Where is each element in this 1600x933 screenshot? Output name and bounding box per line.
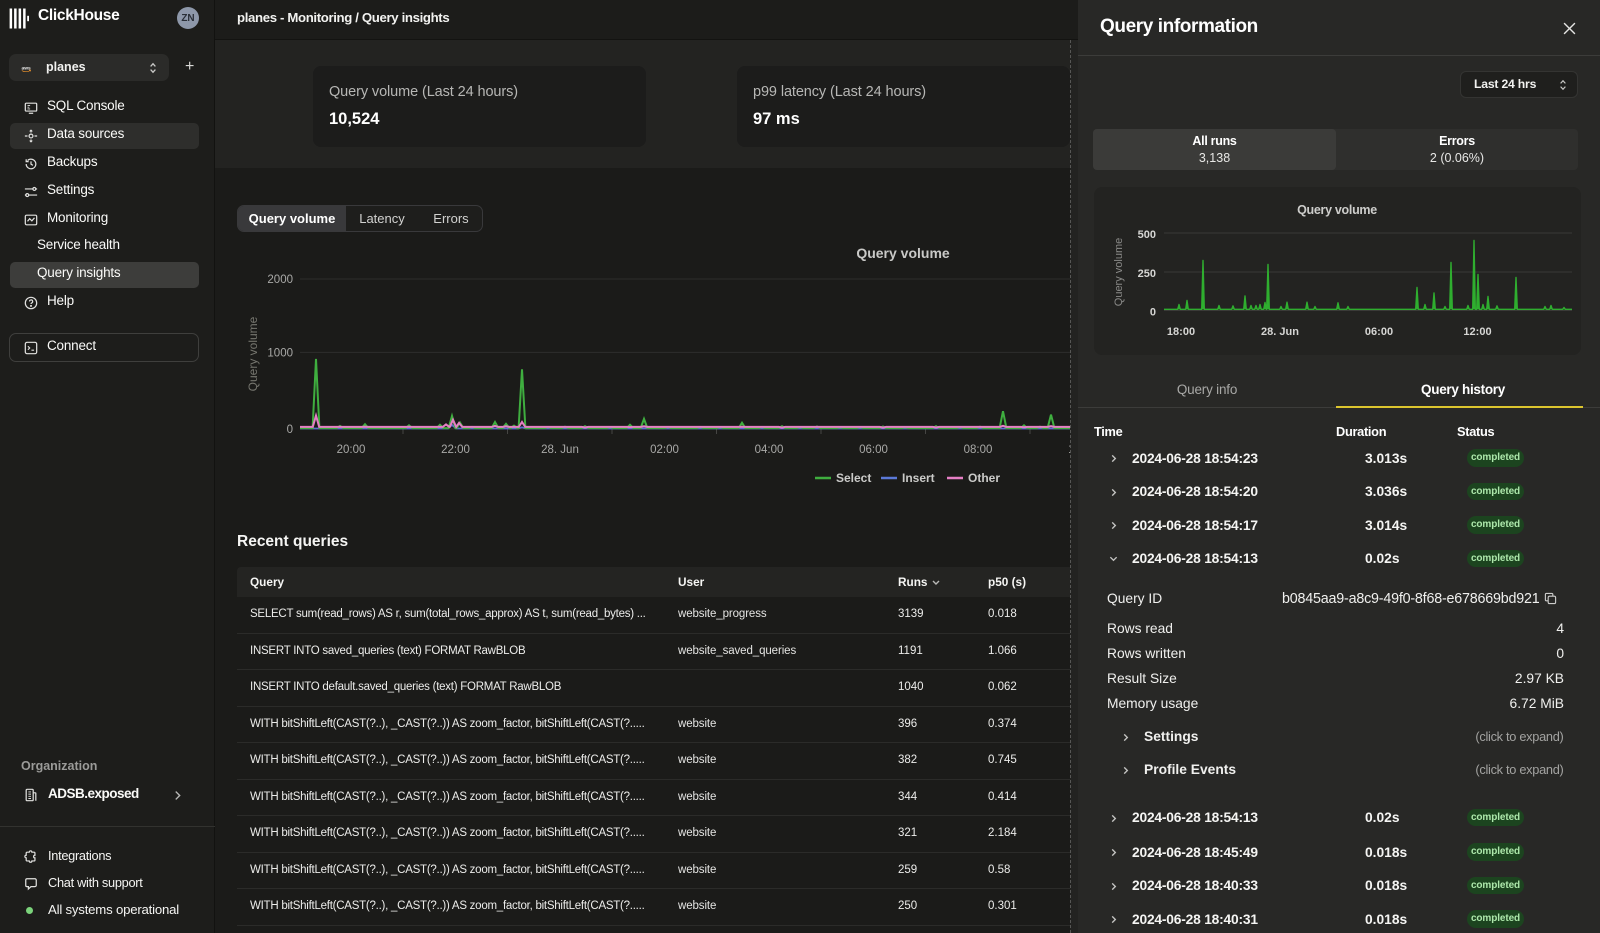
svg-text:12:00: 12:00 [1463, 326, 1491, 338]
svg-text:0: 0 [1150, 307, 1156, 319]
svg-text:0: 0 [287, 424, 293, 436]
svg-text:04:00: 04:00 [755, 444, 784, 456]
svg-text:Other: Other [968, 471, 1000, 485]
svg-text:Insert: Insert [902, 471, 935, 485]
svg-text:08:00: 08:00 [964, 444, 993, 456]
svg-text:1000: 1000 [267, 347, 293, 359]
svg-text:2000: 2000 [267, 274, 293, 286]
svg-text:28. Jun: 28. Jun [541, 444, 579, 456]
svg-text:28. Jun: 28. Jun [1261, 326, 1299, 338]
svg-text:Select: Select [836, 471, 871, 485]
svg-text:06:00: 06:00 [1365, 326, 1393, 338]
svg-text:Query volume: Query volume [1113, 238, 1125, 306]
svg-text:Query volume: Query volume [1297, 203, 1377, 217]
svg-text:02:00: 02:00 [650, 444, 679, 456]
svg-text:22:00: 22:00 [441, 444, 470, 456]
svg-text:20:00: 20:00 [337, 444, 366, 456]
svg-text:250: 250 [1138, 268, 1156, 280]
svg-text:18:00: 18:00 [1167, 326, 1195, 338]
svg-text:500: 500 [1138, 229, 1156, 241]
svg-text:06:00: 06:00 [859, 444, 888, 456]
svg-text:Query volume: Query volume [246, 316, 260, 391]
svg-text:Query volume: Query volume [856, 245, 950, 261]
